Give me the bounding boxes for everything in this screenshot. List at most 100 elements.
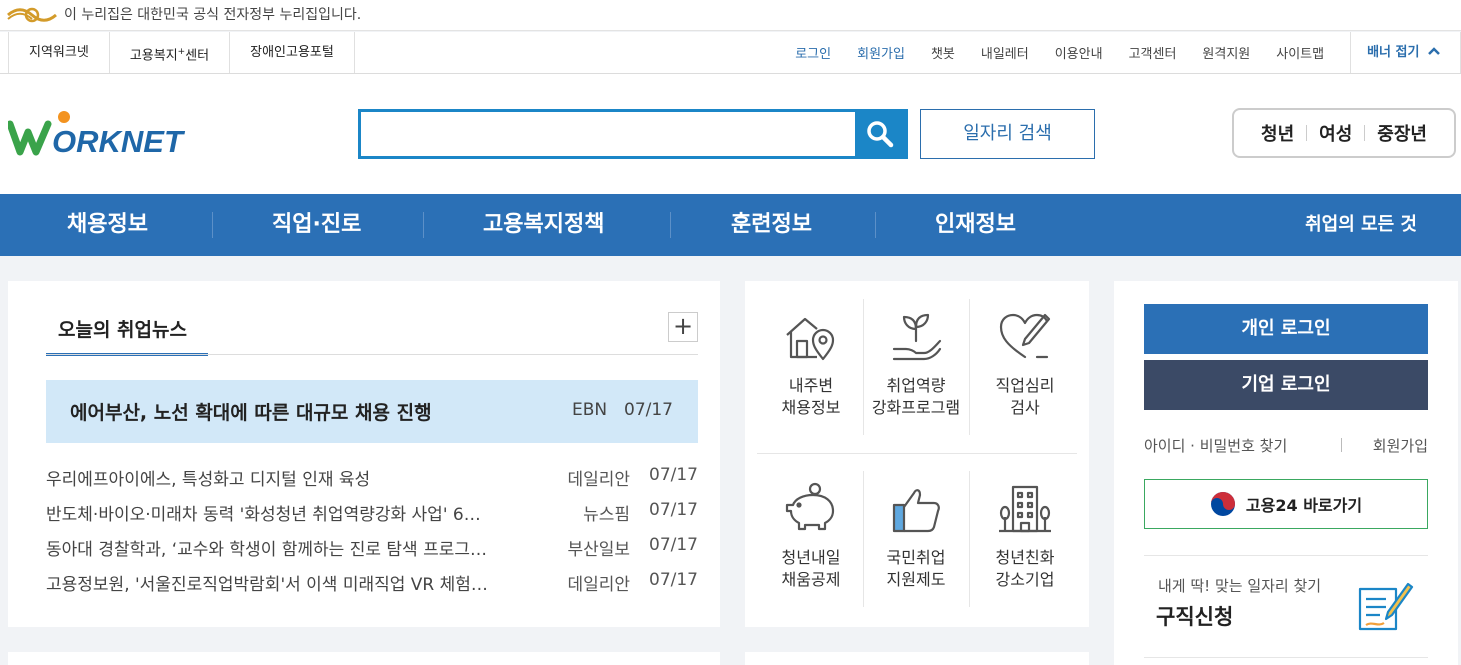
customer-center-link[interactable]: 고객센터 [1129,43,1177,62]
service-employability-program[interactable]: 취업역량 강화프로그램 [864,295,968,435]
main-navigation: 채용정보 직업·진로 고용복지정책 훈련정보 인재정보 취업의 모든 것 [0,194,1461,256]
worknet-logo[interactable]: ORKNET [6,110,200,159]
gov-banner-text: 이 누리집은 대한민국 공식 전자정부 누리집입니다. [64,7,362,23]
gnb-divider [212,212,213,238]
news-source: 부산일보 [567,540,630,560]
news-panel: 오늘의 취업뉴스 + 에어부산, 노선 확대에 따른 대규모 채용 진행 EBN… [8,281,720,627]
application-form-icon [1358,582,1414,631]
service-label: 직업심리 검사 [995,376,1055,417]
apply-title: 구직신청 [1156,605,1234,629]
link-divider [1341,438,1342,452]
house-location-icon [786,317,835,361]
login-link[interactable]: 로그인 [795,43,831,62]
header: ORKNET 일자리 검색 청년 여성 중장년 [0,74,1461,194]
worknet-logo-icon: ORKNET [6,111,186,159]
service-psych-test[interactable]: 직업심리 검사 [973,295,1077,435]
gnb-talent[interactable]: 인재정보 [935,194,1016,256]
service-small-giants[interactable]: 청년친화 강소기업 [973,467,1077,607]
target-middle-aged[interactable]: 중장년 [1365,120,1439,146]
service-label: 국민취업 지원제도 [886,548,946,589]
news-date: 07/17 [649,465,698,485]
grid-divider [757,453,1077,454]
search-box [358,109,908,159]
heart-pen-icon [999,313,1051,359]
news-item[interactable]: 고용정보원, '서울진로직업박람회'서 이색 미래직업 VR 체험… 데일리안 … [46,566,698,596]
find-id-password-link[interactable]: 아이디 · 비밀번호 찾기 [1144,435,1287,456]
sprout-hand-icon [892,313,942,361]
thumbs-up-icon [892,489,940,533]
service-youth-savings[interactable]: 청년내일 채움공제 [759,467,863,607]
gnb-career[interactable]: 직업·진로 [272,194,361,256]
link-regional-worknet[interactable]: 지역워크넷 [8,32,109,73]
news-item[interactable]: 동아대 경찰학과, ‘교수와 학생이 함께하는 진로 탐색 프로그… 부산일보 … [46,531,698,561]
panel-divider [1144,657,1428,658]
join-link[interactable]: 회원가입 [1373,435,1428,456]
tab-today-news[interactable]: 오늘의 취업뉴스 [46,303,208,356]
service-label: 취업역량 강화프로그램 [871,376,961,417]
family-sites: 지역워크넷 고용복지+센터 장애인고용포털 [8,32,355,73]
lower-panel-middle [745,652,1089,665]
gnb-recruitment[interactable]: 채용정보 [67,194,148,256]
news-title: 동아대 경찰학과, ‘교수와 학생이 함께하는 진로 탐색 프로그… [46,540,487,560]
apply-subtitle: 내게 딱! 맞는 일자리 찾기 [1158,577,1322,595]
search-icon [867,121,894,148]
news-item[interactable]: 반도체·바이오·미래차 동력 '화성청년 취업역량강화 사업' 6… 뉴스핌 0… [46,496,698,526]
personal-login-button[interactable]: 개인 로그인 [1144,304,1428,354]
link-disability-portal[interactable]: 장애인고용포털 [229,32,355,73]
target-youth[interactable]: 청년 [1249,120,1306,146]
search-button[interactable] [855,112,905,156]
news-title: 고용정보원, '서울진로직업박람회'서 이색 미래직업 VR 체험… [46,575,488,595]
tab-today-news-label: 오늘의 취업뉴스 [58,319,187,341]
news-source: 데일리안 [567,575,630,595]
welfare-label: 고용복지 [129,48,178,64]
banner-fold-label: 배너 접기 [1367,45,1420,60]
gnb-divider [670,212,671,238]
search-input[interactable] [361,112,857,156]
remote-support-link[interactable]: 원격지원 [1202,43,1250,62]
company-login-button[interactable]: 기업 로그인 [1144,360,1428,410]
news-date: 07/17 [649,500,698,520]
service-label: 청년친화 강소기업 [995,548,1055,589]
service-label: 내주변 채용정보 [781,376,841,417]
gnb-divider [875,212,876,238]
service-national-employment[interactable]: 국민취업 지원제도 [864,467,968,607]
user-menu: 로그인 회원가입 챗봇 내일레터 이용안내 고객센터 원격지원 사이트맵 배너 … [769,32,1461,73]
services-panel: 내주변 채용정보 취업역량 강화프로그램 직업심리 검사 청년내일 채움공제 국… [745,281,1089,627]
gnb-all-menu[interactable]: 취업의 모든 것 [1305,194,1417,256]
tab-underline [46,354,698,355]
grid-divider [969,299,970,435]
headline-news[interactable]: 에어부산, 노선 확대에 따른 대규모 채용 진행 EBN 07/17 [46,380,698,443]
banner-fold-button[interactable]: 배너 접기 [1350,32,1461,73]
logo-text: ORKNET [52,124,186,158]
utility-nav: 지역워크넷 고용복지+센터 장애인고용포털 로그인 회원가입 챗봇 내일레터 이… [0,32,1461,74]
news-title: 반도체·바이오·미래차 동력 '화성청년 취업역량강화 사업' 6… [46,505,481,525]
gov-banner: 이 누리집은 대한민국 공식 전자정부 누리집입니다. [0,0,1461,31]
news-item[interactable]: 우리에프아이에스, 특성화고 디지털 인재 육성 데일리안 07/17 [46,461,698,491]
goyong24-label: 고용24 바로가기 [1245,496,1363,515]
service-nearby-jobs[interactable]: 내주변 채용정보 [759,295,863,435]
guide-link[interactable]: 이용안내 [1055,43,1103,62]
chatbot-link[interactable]: 챗봇 [931,43,955,62]
job-search-button[interactable]: 일자리 검색 [920,109,1095,159]
link-welfare-center[interactable]: 고용복지+센터 [108,32,229,73]
news-source: 뉴스핌 [583,505,630,525]
news-date: 07/17 [649,570,698,590]
lower-panel-left [8,652,720,665]
target-menu: 청년 여성 중장년 [1232,108,1456,158]
panel-divider [1144,555,1428,556]
news-source: 데일리안 [567,470,630,490]
gov-emblem-icon [7,7,57,23]
grid-divider [969,471,970,607]
gnb-training[interactable]: 훈련정보 [731,194,812,256]
news-more-button[interactable]: + [668,312,698,342]
headline-source: EBN [572,400,608,420]
goyong24-button[interactable]: 고용24 바로가기 [1144,479,1428,529]
headline-date: 07/17 [624,400,673,420]
service-label: 청년내일 채움공제 [781,548,841,589]
newsletter-link[interactable]: 내일레터 [981,43,1029,62]
gnb-welfare-policy[interactable]: 고용복지정책 [483,194,604,256]
target-women[interactable]: 여성 [1307,120,1364,146]
chevron-up-icon [1428,47,1440,55]
signup-link[interactable]: 회원가입 [857,43,905,62]
sitemap-link[interactable]: 사이트맵 [1276,43,1324,62]
